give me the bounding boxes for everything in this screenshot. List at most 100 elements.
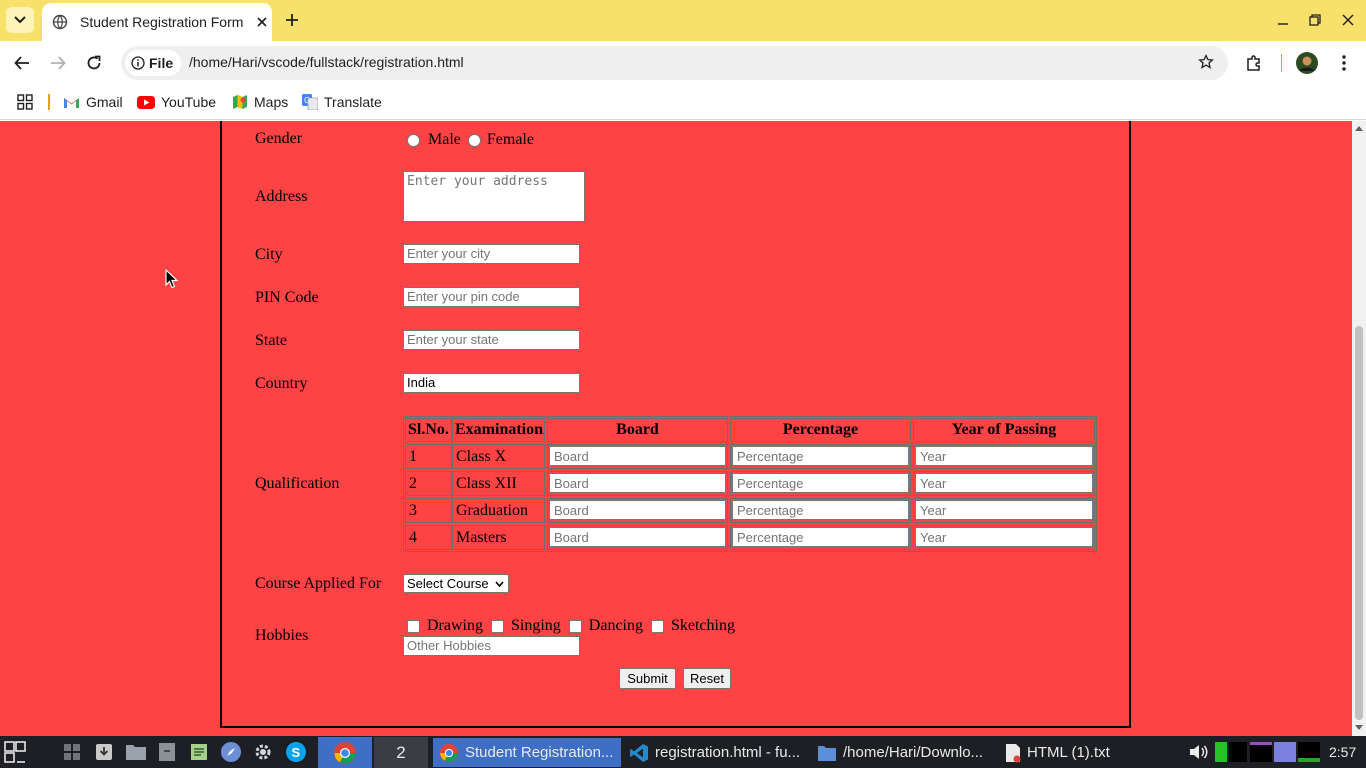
taskbar-clock: 2:57 — [1329, 744, 1357, 760]
percentage-input[interactable]: Percentage — [732, 446, 909, 466]
task-vscode[interactable]: registration.html - fu... — [623, 738, 809, 767]
chrome-launcher-icon[interactable] — [318, 737, 372, 768]
new-tab-plus-icon[interactable] — [282, 10, 302, 30]
course-select[interactable]: Select Course — [403, 574, 509, 593]
close-window-icon[interactable] — [1340, 12, 1356, 28]
settings-gear-icon[interactable] — [252, 740, 274, 764]
city-input[interactable]: Enter your city — [403, 244, 580, 264]
dancing-label: Dancing — [588, 617, 643, 634]
board-input[interactable]: Board — [549, 446, 726, 466]
start-menu-icon[interactable] — [4, 740, 26, 764]
address-textarea[interactable]: Enter your address — [403, 171, 585, 222]
year-input[interactable]: Year — [915, 446, 1093, 466]
scrollbar-thumb[interactable] — [1355, 326, 1363, 720]
task-text-file[interactable]: HTML (1).txt — [999, 738, 1149, 767]
percentage-input[interactable]: Percentage — [732, 527, 909, 547]
tab-search-button[interactable] — [6, 7, 34, 33]
task-chrome[interactable]: Student Registration... — [433, 738, 621, 767]
dancing-checkbox[interactable] — [568, 619, 582, 633]
table-header: Board — [547, 418, 728, 442]
table-cell-slno: 4 — [405, 525, 452, 550]
extensions-puzzle-icon[interactable] — [1243, 52, 1265, 74]
bookmark-star-icon[interactable] — [1198, 53, 1214, 75]
skype-icon[interactable]: S — [285, 740, 307, 764]
profile-avatar[interactable] — [1296, 52, 1318, 74]
board-input[interactable]: Board — [549, 527, 726, 547]
forward-arrow-icon[interactable] — [47, 52, 69, 74]
drawing-checkbox[interactable] — [407, 619, 420, 633]
text-editor-icon[interactable] — [189, 740, 209, 764]
singing-checkbox[interactable] — [490, 619, 504, 633]
workspace-switcher[interactable]: 2 — [374, 737, 428, 768]
task-file-manager[interactable]: /home/Hari/Downlo... — [811, 738, 997, 767]
os-taskbar: S 2 Student Registration... registration… — [0, 736, 1366, 768]
minimize-icon[interactable] — [1275, 12, 1291, 28]
state-input[interactable]: Enter your state — [403, 330, 580, 350]
bookmark-gmail[interactable]: Gmail — [63, 92, 123, 112]
load-monitor-graph — [1298, 742, 1320, 762]
downloads-icon[interactable] — [94, 740, 114, 764]
board-input[interactable]: Board — [549, 500, 726, 520]
female-label: Female — [486, 131, 534, 148]
female-radio[interactable] — [467, 133, 481, 147]
percentage-input[interactable]: Percentage — [732, 473, 909, 493]
browser-tab-active[interactable]: Student Registration Form — [42, 3, 272, 41]
table-cell-exam: Masters — [452, 525, 545, 550]
task-label: /home/Hari/Downlo... — [843, 744, 984, 761]
chrome-icon — [439, 743, 459, 763]
task-label: registration.html - fu... — [655, 744, 801, 761]
site-info-chip[interactable]: File — [125, 50, 181, 76]
male-label: Male — [428, 131, 461, 148]
course-select-value: Select Course — [407, 576, 489, 591]
file-manager-icon[interactable] — [125, 740, 147, 764]
male-radio[interactable] — [407, 133, 420, 147]
country-input[interactable]: India — [403, 373, 580, 393]
show-desktop-icon[interactable] — [63, 740, 81, 764]
table-cell-exam: Class XII — [452, 471, 545, 496]
globe-icon — [52, 14, 68, 30]
sketching-checkbox[interactable] — [650, 619, 664, 633]
restore-icon[interactable] — [1307, 12, 1323, 28]
bookmark-translate[interactable]: G Translate — [302, 92, 382, 112]
gender-label: Gender — [255, 130, 303, 147]
reload-icon[interactable] — [83, 52, 105, 74]
other-hobbies-input[interactable]: Other Hobbies — [403, 636, 580, 656]
close-tab-icon[interactable] — [254, 14, 270, 30]
table-cell-slno: 3 — [405, 498, 452, 523]
qualification-table: Sl.No. Examination Board Percentage Year… — [403, 416, 1097, 552]
year-input[interactable]: Year — [915, 500, 1093, 520]
browser-tab-bar: Student Registration Form — [0, 0, 1366, 41]
address-bar[interactable]: File /home/Hari/vscode/fullstack/registr… — [121, 46, 1228, 80]
board-input[interactable]: Board — [549, 473, 726, 493]
bookmark-label: YouTube — [161, 94, 217, 110]
chip-label: File — [149, 55, 174, 71]
reset-button[interactable]: Reset — [683, 668, 731, 689]
cpu-monitor-graph — [1215, 742, 1227, 762]
scroll-down-arrow-icon[interactable] — [1355, 725, 1363, 731]
kebab-menu-icon[interactable] — [1333, 52, 1355, 74]
submit-button[interactable]: Submit — [619, 668, 676, 689]
browser-toolbar: File /home/Hari/vscode/fullstack/registr… — [0, 41, 1366, 84]
percentage-input[interactable]: Percentage — [732, 500, 909, 520]
pin-code-label: PIN Code — [255, 289, 319, 306]
chevron-down-icon — [495, 581, 504, 587]
bookmarks-bar: Gmail YouTube Maps G Translate — [0, 84, 1366, 120]
network-monitor-graph — [1250, 742, 1272, 762]
address-label: Address — [255, 188, 308, 205]
svg-text:S: S — [292, 745, 301, 760]
bookmark-maps[interactable]: Maps — [232, 92, 288, 112]
pin-code-input[interactable]: Enter your pin code — [403, 287, 580, 307]
archive-icon[interactable] — [158, 740, 176, 764]
toolbar-separator — [1281, 54, 1282, 72]
youtube-icon — [137, 95, 155, 109]
volume-icon[interactable] — [1188, 742, 1210, 762]
back-arrow-icon[interactable] — [11, 52, 33, 74]
state-label: State — [255, 332, 287, 349]
scroll-up-arrow-icon[interactable] — [1355, 125, 1363, 131]
year-input[interactable]: Year — [915, 473, 1093, 493]
page-scrollbar[interactable] — [1352, 121, 1366, 736]
bookmark-youtube[interactable]: YouTube — [137, 92, 216, 112]
apps-grid-icon[interactable] — [17, 92, 33, 112]
year-input[interactable]: Year — [915, 527, 1093, 547]
browser-compass-icon[interactable] — [220, 740, 242, 764]
